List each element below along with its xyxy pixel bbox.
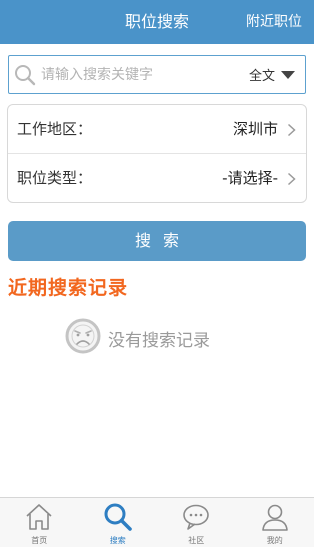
nearby-jobs-link[interactable]: 附近职位	[246, 0, 302, 44]
sad-face-icon	[65, 318, 101, 354]
location-label: 工作地区：	[17, 120, 93, 138]
job-type-row[interactable]: 职位类型： -请选择-	[8, 154, 306, 203]
chevron-right-icon	[287, 172, 296, 186]
empty-state-text: 没有搜索记录	[108, 331, 210, 351]
chat-bubble-icon	[183, 504, 209, 530]
user-icon	[261, 504, 288, 531]
tab-label: 搜索	[109, 536, 126, 545]
bottom-tab-bar: 首页 搜索 社区 我的	[0, 497, 314, 547]
tab-profile[interactable]: 我的	[236, 498, 315, 547]
home-icon	[26, 504, 52, 530]
tab-label: 社区	[188, 536, 205, 545]
dropdown-triangle-icon	[281, 70, 295, 79]
tab-label: 我的	[266, 536, 283, 545]
tab-community[interactable]: 社区	[157, 498, 236, 547]
search-scope-dropdown[interactable]: 全文	[249, 56, 295, 93]
location-value: 深圳市	[232, 120, 278, 138]
location-row[interactable]: 工作地区： 深圳市	[8, 105, 306, 154]
tab-label: 首页	[31, 536, 48, 545]
tab-search[interactable]: 搜索	[79, 498, 158, 547]
search-button[interactable]: 搜索	[8, 221, 306, 261]
job-type-value: -请选择-	[222, 169, 278, 187]
search-scope-label: 全文	[248, 69, 275, 84]
chevron-right-icon	[287, 123, 296, 137]
search-box[interactable]: 全文	[8, 55, 306, 94]
search-icon	[104, 503, 132, 531]
tab-home[interactable]: 首页	[0, 498, 79, 547]
search-icon	[15, 65, 36, 86]
job-type-label: 职位类型：	[17, 169, 93, 187]
recent-searches-title: 近期搜索记录	[8, 277, 129, 299]
search-input[interactable]	[41, 60, 241, 90]
header-bar: 职位搜索 附近职位	[0, 0, 314, 44]
search-filter-card: 工作地区： 深圳市 职位类型： -请选择-	[7, 104, 307, 203]
